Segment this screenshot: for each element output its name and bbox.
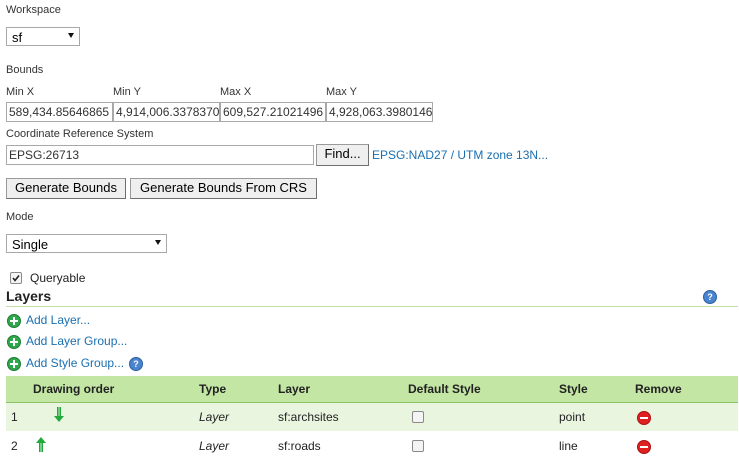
max-x-label: Max X bbox=[220, 86, 252, 98]
move-up-arrow-icon[interactable] bbox=[35, 436, 47, 452]
table-row: 1 Layer sf:archsites point bbox=[6, 403, 738, 431]
default-style-checkbox[interactable] bbox=[412, 440, 424, 452]
chevron-down-icon bbox=[68, 33, 74, 38]
add-layer-group-icon[interactable] bbox=[7, 335, 21, 349]
row-style-link[interactable]: line bbox=[559, 439, 578, 453]
mode-select[interactable]: Single bbox=[6, 234, 167, 253]
mode-select-value: Single bbox=[12, 237, 49, 252]
help-icon[interactable]: ? bbox=[129, 357, 143, 371]
min-x-input[interactable]: 589,434.85646865 bbox=[6, 102, 113, 122]
column-layer: Layer bbox=[278, 382, 311, 396]
workspace-select[interactable]: sf bbox=[6, 27, 80, 46]
column-drawing-order: Drawing order bbox=[33, 382, 115, 396]
row-type: Layer bbox=[199, 410, 230, 424]
add-style-group-icon[interactable] bbox=[7, 357, 21, 371]
crs-input[interactable]: EPSG:26713 bbox=[6, 145, 314, 165]
default-style-checkbox[interactable] bbox=[412, 411, 424, 423]
crs-description-link[interactable]: EPSG:NAD27 / UTM zone 13N... bbox=[372, 148, 548, 162]
layers-divider bbox=[6, 306, 738, 307]
column-remove: Remove bbox=[635, 382, 682, 396]
workspace-label: Workspace bbox=[6, 4, 61, 16]
row-style-link[interactable]: point bbox=[559, 410, 585, 424]
move-down-arrow-icon[interactable] bbox=[53, 407, 65, 423]
max-y-input[interactable]: 4,928,063.3980146 bbox=[326, 102, 433, 122]
max-y-label: Max Y bbox=[326, 86, 357, 98]
workspace-select-value: sf bbox=[12, 30, 23, 45]
remove-icon[interactable] bbox=[637, 440, 651, 454]
row-layer: sf:roads bbox=[278, 439, 321, 453]
remove-icon[interactable] bbox=[637, 411, 651, 425]
find-crs-button[interactable]: Find... bbox=[316, 144, 369, 166]
table-row: 2 Layer sf:roads line bbox=[6, 431, 738, 461]
add-style-group-link[interactable]: Add Style Group... bbox=[26, 356, 124, 370]
add-layer-group-link[interactable]: Add Layer Group... bbox=[26, 334, 127, 348]
generate-bounds-from-crs-button[interactable]: Generate Bounds From CRS bbox=[130, 178, 317, 199]
max-x-input[interactable]: 609,527.21021496 bbox=[220, 102, 326, 122]
layers-title: Layers bbox=[6, 288, 52, 304]
add-layer-icon[interactable] bbox=[7, 314, 21, 328]
queryable-label: Queryable bbox=[30, 271, 86, 285]
help-icon[interactable]: ? bbox=[703, 290, 717, 304]
row-layer: sf:archsites bbox=[278, 410, 339, 424]
row-order: 1 bbox=[11, 410, 18, 424]
min-y-input[interactable]: 4,914,006.3378370 bbox=[113, 102, 220, 122]
column-style: Style bbox=[559, 382, 588, 396]
generate-bounds-button[interactable]: Generate Bounds bbox=[6, 178, 126, 199]
chevron-down-icon bbox=[155, 240, 161, 245]
column-default-style: Default Style bbox=[408, 382, 481, 396]
layers-table-header: Drawing order Type Layer Default Style S… bbox=[6, 376, 738, 403]
row-type: Layer bbox=[199, 439, 230, 453]
crs-label: Coordinate Reference System bbox=[6, 128, 154, 140]
row-order: 2 bbox=[11, 439, 18, 453]
checkmark-icon bbox=[12, 275, 20, 282]
min-y-label: Min Y bbox=[113, 86, 141, 98]
queryable-checkbox[interactable] bbox=[10, 272, 22, 284]
add-layer-link[interactable]: Add Layer... bbox=[26, 313, 90, 327]
mode-label: Mode bbox=[6, 211, 34, 223]
column-type: Type bbox=[199, 382, 227, 396]
bounds-label: Bounds bbox=[6, 64, 44, 76]
min-x-label: Min X bbox=[6, 86, 35, 98]
